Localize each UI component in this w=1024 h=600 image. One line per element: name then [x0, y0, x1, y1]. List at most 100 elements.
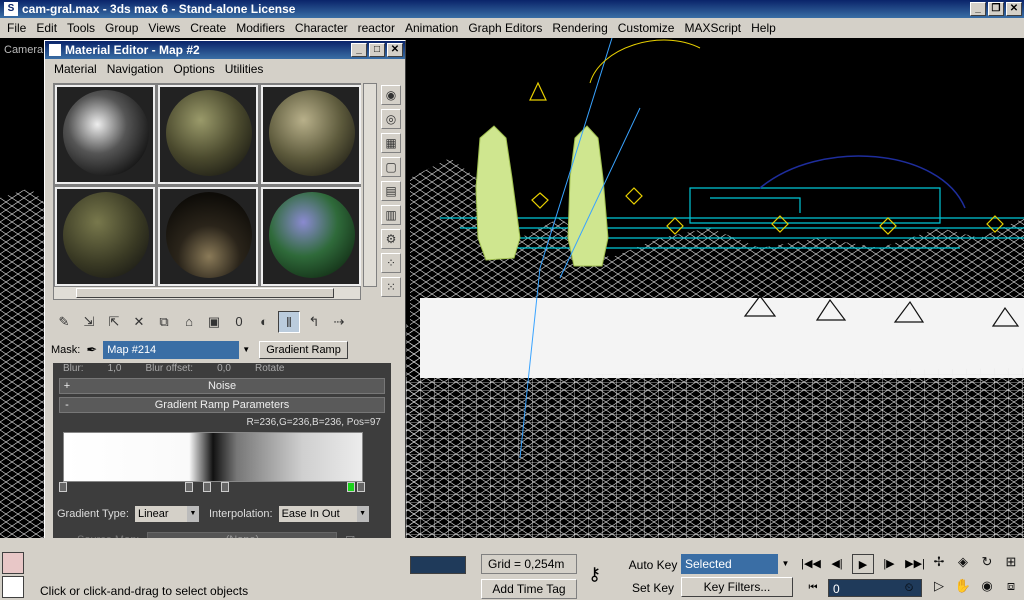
select-by-material-icon[interactable]: ⁘: [381, 253, 401, 273]
go-to-start-icon[interactable]: |◀◀: [800, 554, 822, 574]
perspective-icon[interactable]: ◈: [952, 552, 974, 572]
blur-offset-value[interactable]: 0,0: [217, 363, 231, 375]
go-to-end-icon[interactable]: ▶▶|: [904, 554, 926, 574]
gradient-type-dropdown[interactable]: Linear: [134, 506, 199, 522]
sample-slot-1[interactable]: [55, 85, 155, 184]
material-effects-channel-icon[interactable]: 0: [228, 311, 250, 333]
orbit-camera-icon[interactable]: ◉: [976, 576, 998, 596]
me-maximize-button[interactable]: □: [369, 43, 385, 57]
background-icon[interactable]: ▦: [381, 133, 401, 153]
close-button[interactable]: ✕: [1006, 2, 1022, 16]
noise-rollout[interactable]: + Noise: [59, 378, 385, 394]
me-menu-navigation[interactable]: Navigation: [102, 62, 169, 76]
map-type-button[interactable]: Gradient Ramp: [259, 341, 348, 359]
key-icon[interactable]: ⚷: [588, 564, 601, 585]
zoom-extents-all-icon[interactable]: ⊞: [1000, 552, 1022, 572]
gradient-flag-start[interactable]: [59, 482, 67, 492]
restore-button[interactable]: ❐: [988, 2, 1004, 16]
menu-character[interactable]: Character: [290, 21, 353, 35]
set-key-button[interactable]: Set Key: [628, 578, 678, 598]
map-name-combo[interactable]: Map #214: [103, 341, 254, 359]
gradient-flag[interactable]: [221, 482, 229, 492]
menu-views[interactable]: Views: [143, 21, 185, 35]
next-frame-icon[interactable]: |▶: [878, 554, 900, 574]
me-close-button[interactable]: ✕: [387, 43, 403, 57]
roll-camera-icon[interactable]: ↻: [976, 552, 998, 572]
gradient-ramp-preview[interactable]: [63, 432, 363, 482]
sample-slot-2[interactable]: [158, 85, 258, 184]
material-map-navigator-icon[interactable]: ⁙: [381, 277, 401, 297]
assign-to-selection-icon[interactable]: ⇱: [103, 311, 125, 333]
menu-create[interactable]: Create: [185, 21, 231, 35]
sample-slots-vscroll[interactable]: [363, 83, 377, 287]
gradient-rollout-title: Gradient Ramp Parameters: [154, 399, 290, 411]
go-to-parent-icon[interactable]: ↰: [303, 311, 325, 333]
blur-value[interactable]: 1,0: [108, 363, 122, 375]
me-menu-material[interactable]: Material: [49, 62, 102, 76]
menu-group[interactable]: Group: [100, 21, 143, 35]
menu-file[interactable]: File: [2, 21, 31, 35]
pan-icon[interactable]: ✋: [952, 576, 974, 596]
auto-key-button[interactable]: Auto Key: [628, 555, 678, 575]
sample-slot-6[interactable]: [261, 187, 361, 286]
gradient-ramp-rollout[interactable]: - Gradient Ramp Parameters: [59, 397, 385, 413]
interpolation-dropdown[interactable]: Ease In Out: [278, 506, 369, 522]
sample-type-icon[interactable]: ◉: [381, 85, 401, 105]
field-of-view-icon[interactable]: ▷: [928, 576, 950, 596]
dolly-camera-icon[interactable]: ✢: [928, 552, 950, 572]
pick-material-icon[interactable]: ✒: [86, 342, 97, 358]
menu-reactor[interactable]: reactor: [353, 21, 400, 35]
menu-help[interactable]: Help: [746, 21, 781, 35]
me-menu-options[interactable]: Options: [168, 62, 219, 76]
put-to-library-icon[interactable]: ▣: [203, 311, 225, 333]
gradient-flag-selected[interactable]: [347, 482, 355, 492]
show-map-in-viewport-icon[interactable]: ◐: [253, 311, 275, 333]
me-menu-utilities[interactable]: Utilities: [220, 62, 269, 76]
make-copy-icon[interactable]: ⧉: [153, 311, 175, 333]
hscroll-thumb[interactable]: [76, 288, 334, 298]
material-editor-window: Material Editor - Map #2 _ □ ✕ Material …: [44, 40, 406, 578]
maximize-viewport-icon[interactable]: ⧈: [1000, 576, 1022, 596]
minimize-button[interactable]: _: [970, 2, 986, 16]
menu-graph-editors[interactable]: Graph Editors: [463, 21, 547, 35]
menu-animation[interactable]: Animation: [400, 21, 463, 35]
key-filters-button[interactable]: Key Filters...: [681, 577, 793, 597]
sample-uv-tiling-icon[interactable]: ▢: [381, 157, 401, 177]
color-swatch-primary[interactable]: [2, 552, 24, 574]
get-material-icon[interactable]: ✎: [53, 311, 75, 333]
menu-tools[interactable]: Tools: [62, 21, 100, 35]
show-end-result-icon[interactable]: ⫴: [278, 311, 300, 333]
go-forward-to-sibling-icon[interactable]: ⇢: [328, 311, 350, 333]
make-preview-icon[interactable]: ▥: [381, 205, 401, 225]
sample-slot-4[interactable]: [55, 187, 155, 286]
gradient-flag-end[interactable]: [357, 482, 365, 492]
menu-edit[interactable]: Edit: [31, 21, 62, 35]
video-color-check-icon[interactable]: ▤: [381, 181, 401, 201]
put-to-scene-icon[interactable]: ⇲: [78, 311, 100, 333]
sample-slot-5[interactable]: [158, 187, 258, 286]
menu-maxscript[interactable]: MAXScript: [679, 21, 746, 35]
options-icon[interactable]: ⚙: [381, 229, 401, 249]
selection-set-dropdown[interactable]: Selected: [681, 554, 793, 574]
window-title: cam-gral.max - 3ds max 6 - Stand-alone L…: [22, 2, 296, 16]
coordinate-field[interactable]: [410, 556, 466, 574]
color-swatch-secondary[interactable]: [2, 576, 24, 598]
key-mode-toggle-icon[interactable]: ⏮: [804, 580, 822, 596]
gradient-flag[interactable]: [185, 482, 193, 492]
reset-map-icon[interactable]: ✕: [128, 311, 150, 333]
menu-customize[interactable]: Customize: [613, 21, 680, 35]
viewport-label[interactable]: Camera: [4, 44, 43, 56]
gradient-flag[interactable]: [203, 482, 211, 492]
previous-frame-icon[interactable]: ◀|: [826, 554, 848, 574]
play-icon[interactable]: ▶: [852, 554, 874, 574]
menu-modifiers[interactable]: Modifiers: [231, 21, 290, 35]
time-configuration-icon[interactable]: ⏲: [900, 580, 918, 596]
sample-slots-hscroll[interactable]: [53, 286, 361, 300]
backlight-icon[interactable]: ◎: [381, 109, 401, 129]
rotate-button[interactable]: Rotate: [255, 363, 284, 375]
me-minimize-button[interactable]: _: [351, 43, 367, 57]
sample-slot-3[interactable]: [261, 85, 361, 184]
add-time-tag-button[interactable]: Add Time Tag: [481, 579, 577, 599]
menu-rendering[interactable]: Rendering: [547, 21, 612, 35]
make-unique-icon[interactable]: ⌂: [178, 311, 200, 333]
